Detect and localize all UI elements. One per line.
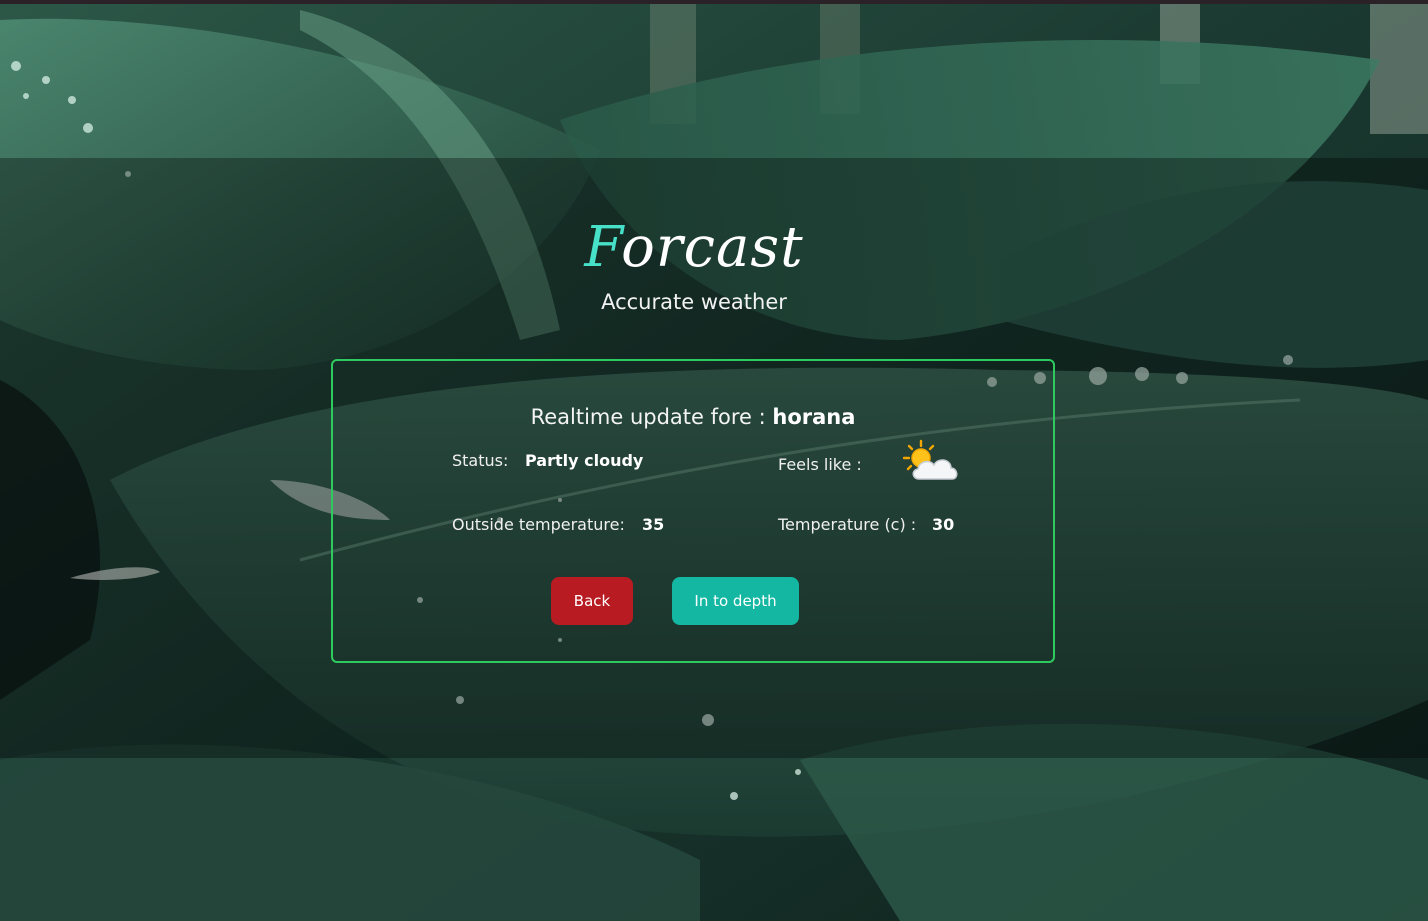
in-to-depth-button[interactable]: In to depth (672, 577, 799, 625)
back-button[interactable]: Back (551, 577, 633, 625)
status-label: Status: (452, 451, 509, 470)
card-title-prefix: Realtime update fore : (530, 405, 773, 429)
partly-cloudy-icon (903, 439, 958, 480)
top-border (0, 0, 1428, 4)
forecast-card: Realtime update fore : horana Status: Pa… (331, 359, 1055, 663)
tagline: Accurate weather (601, 290, 787, 314)
location-name: horana (772, 405, 856, 429)
feels-like-label: Feels like : (778, 455, 862, 474)
weather-page: Forcast Accurate weather Realtime update… (0, 0, 1428, 921)
status-value: Partly cloudy (525, 451, 644, 470)
temperature-c-label: Temperature (c) : (778, 515, 917, 534)
brand-rest: orcast (621, 215, 804, 280)
card-title: Realtime update fore : horana (333, 405, 1053, 429)
brand-title: Forcast (0, 212, 1388, 284)
outside-temperature-value: 35 (642, 515, 665, 534)
temperature-c-value: 30 (932, 515, 955, 534)
outside-temperature-label: Outside temperature: (452, 515, 625, 534)
brand-first-letter: F (584, 215, 622, 280)
